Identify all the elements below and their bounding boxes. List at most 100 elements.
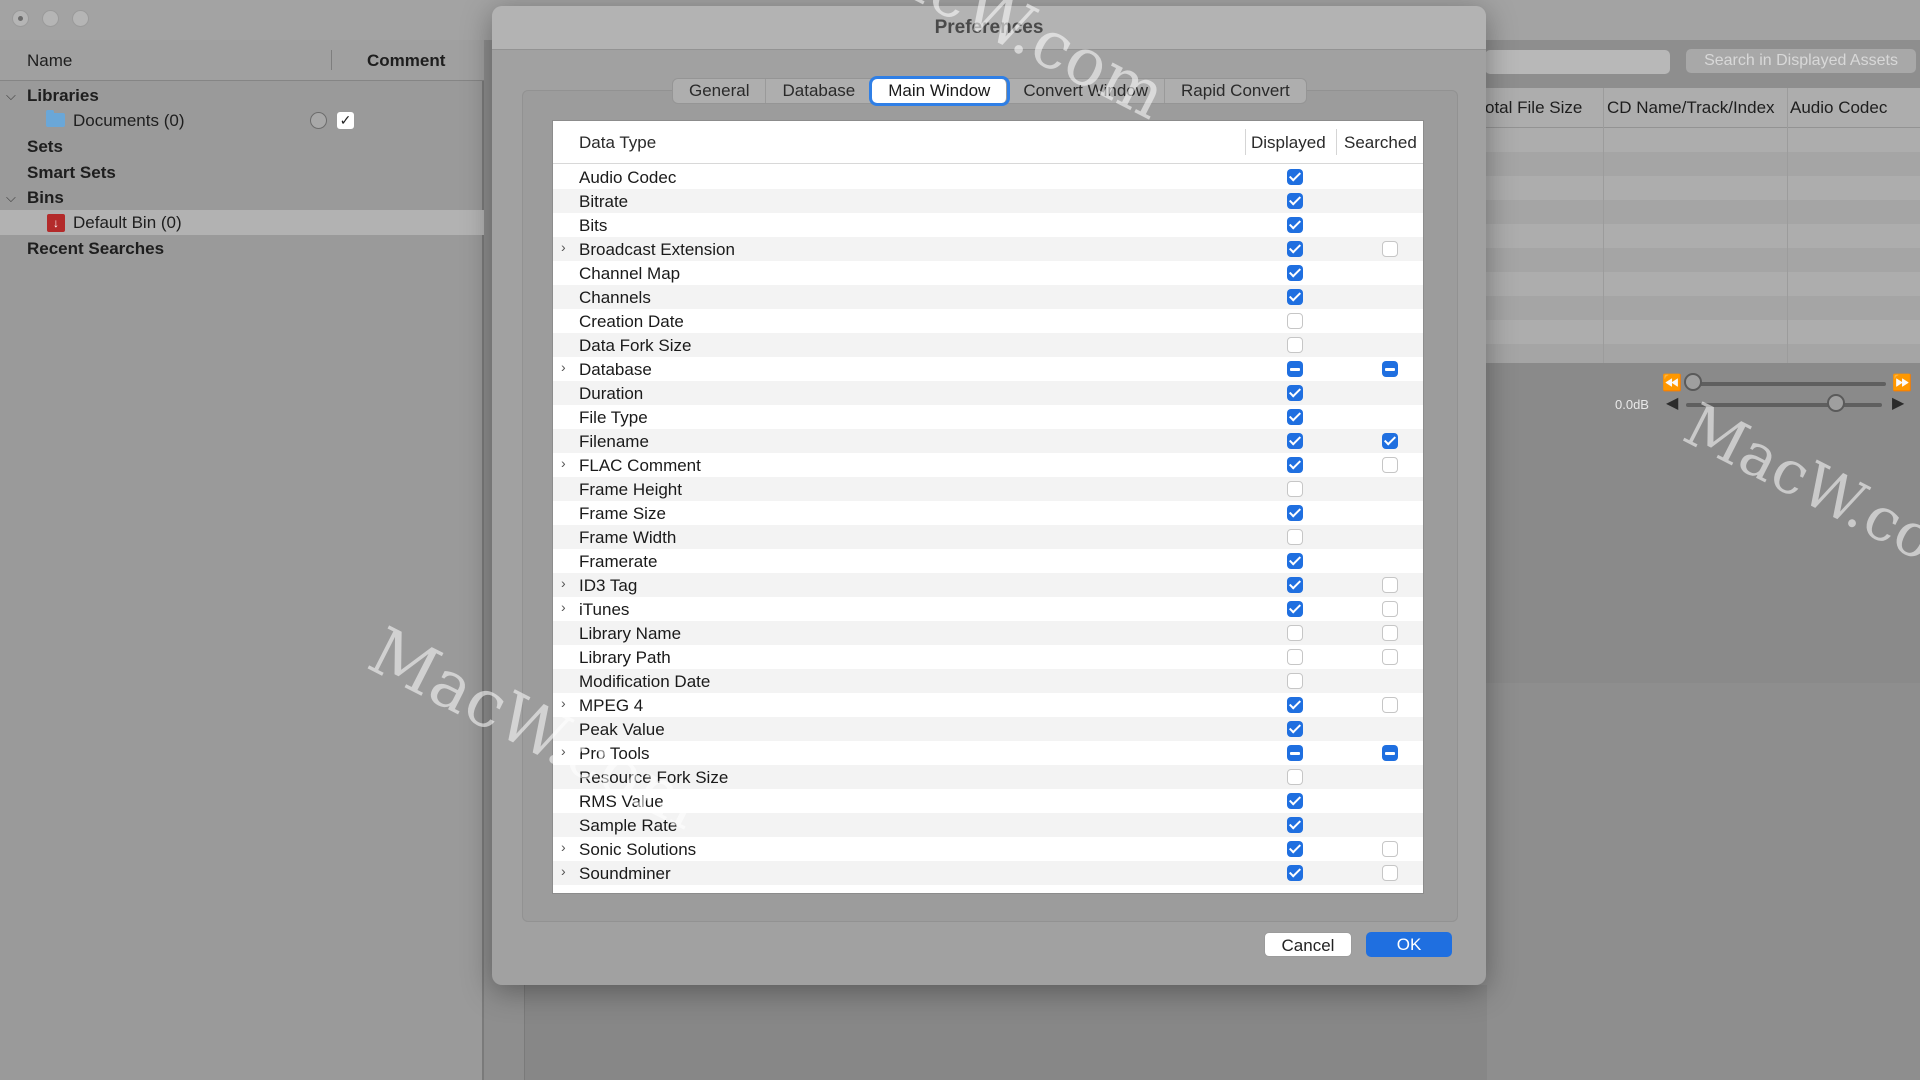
column-divider[interactable] [331,50,332,70]
sidebar-item-sets[interactable]: Sets [0,134,484,159]
list-item[interactable]: › Database [553,357,1423,381]
list-item[interactable]: Frame Width [553,525,1423,549]
list-item[interactable]: Sample Rate [553,813,1423,837]
list-item[interactable]: Bits [553,213,1423,237]
rewind-icon[interactable]: ⏪ [1662,373,1682,393]
list-item[interactable]: › Soundminer [553,861,1423,885]
chevron-right-icon[interactable]: › [561,239,566,255]
searched-checkbox[interactable] [1382,433,1398,449]
displayed-checkbox[interactable] [1287,745,1303,761]
sidebar-col-comment[interactable]: Comment [367,51,445,71]
displayed-checkbox[interactable] [1287,193,1303,209]
list-item[interactable]: Data Fork Size [553,333,1423,357]
searched-checkbox[interactable] [1382,649,1398,665]
searched-checkbox[interactable] [1382,361,1398,377]
list-item[interactable]: RMS Value [553,789,1423,813]
table-row[interactable] [1485,248,1920,272]
displayed-checkbox[interactable] [1287,721,1303,737]
list-item[interactable]: Peak Value [553,717,1423,741]
col-audio-codec[interactable]: Audio Codec [1790,98,1887,118]
list-item[interactable]: Channels [553,285,1423,309]
list-item[interactable]: › Pro Tools [553,741,1423,765]
list-item[interactable]: › ID3 Tag [553,573,1423,597]
list-item[interactable]: › Broadcast Extension [553,237,1423,261]
searched-checkbox[interactable] [1382,241,1398,257]
list-item[interactable]: Resource Fork Size [553,765,1423,789]
tab-general[interactable]: General [673,79,767,103]
chevron-right-icon[interactable]: › [561,455,566,471]
position-slider[interactable] [1690,382,1886,386]
displayed-checkbox[interactable] [1287,553,1303,569]
col-total-file-size[interactable]: otal File Size [1485,98,1582,118]
displayed-checkbox[interactable] [1287,505,1303,521]
displayed-checkbox[interactable] [1287,169,1303,185]
displayed-checkbox[interactable] [1287,673,1303,689]
list-item[interactable]: › iTunes [553,597,1423,621]
zoom-window-icon[interactable] [72,10,89,27]
list-item[interactable]: Channel Map [553,261,1423,285]
chevron-right-icon[interactable]: › [561,743,566,759]
library-checkbox[interactable]: ✓ [337,112,354,129]
list-item[interactable]: Audio Codec [553,165,1423,189]
list-item[interactable]: Frame Size [553,501,1423,525]
list-item[interactable]: Frame Height [553,477,1423,501]
gain-slider-knob[interactable] [1827,394,1845,412]
sidebar-item-bins[interactable]: ⌵ Bins [0,185,484,210]
sync-icon[interactable] [310,112,327,129]
searched-checkbox[interactable] [1382,697,1398,713]
tab-rapid-convert[interactable]: Rapid Convert [1165,79,1306,103]
gain-slider[interactable] [1686,403,1882,407]
sidebar-item-recent-searches[interactable]: Recent Searches [0,236,484,261]
displayed-checkbox[interactable] [1287,793,1303,809]
chevron-right-icon[interactable]: › [561,359,566,375]
list-item[interactable]: Library Name [553,621,1423,645]
position-slider-knob[interactable] [1684,373,1702,391]
list-item[interactable]: Framerate [553,549,1423,573]
table-row[interactable] [1485,152,1920,176]
fast-forward-icon[interactable]: ⏩ [1892,373,1912,393]
displayed-checkbox[interactable] [1287,529,1303,545]
displayed-checkbox[interactable] [1287,841,1303,857]
search-displayed-assets-input[interactable]: Search in Displayed Assets [1686,49,1916,73]
sidebar-item-default-bin[interactable]: ↓ Default Bin (0) [0,210,484,235]
list-item[interactable]: Library Path [553,645,1423,669]
displayed-checkbox[interactable] [1287,217,1303,233]
cancel-button[interactable]: Cancel [1264,932,1352,957]
searched-checkbox[interactable] [1382,841,1398,857]
sidebar-item-smart-sets[interactable]: Smart Sets [0,160,484,185]
table-row[interactable] [1485,344,1920,363]
tab-convert-window[interactable]: Convert Window [1007,79,1166,103]
list-item[interactable]: Duration [553,381,1423,405]
displayed-checkbox[interactable] [1287,481,1303,497]
chevron-down-icon[interactable]: ⌵ [6,83,20,108]
displayed-checkbox[interactable] [1287,289,1303,305]
searched-checkbox[interactable] [1382,745,1398,761]
displayed-checkbox[interactable] [1287,625,1303,641]
displayed-checkbox[interactable] [1287,649,1303,665]
searched-checkbox[interactable] [1382,457,1398,473]
col-displayed[interactable]: Displayed [1251,133,1326,153]
list-item[interactable]: › Sonic Solutions [553,837,1423,861]
displayed-checkbox[interactable] [1287,337,1303,353]
list-item[interactable]: Creation Date [553,309,1423,333]
sidebar-item-libraries[interactable]: ⌵ Libraries [0,83,484,108]
close-window-icon[interactable] [12,10,29,27]
col-cd-name-track-index[interactable]: CD Name/Track/Index [1607,98,1775,118]
chevron-right-icon[interactable]: › [561,863,566,879]
chevron-right-icon[interactable]: › [561,695,566,711]
displayed-checkbox[interactable] [1287,697,1303,713]
displayed-checkbox[interactable] [1287,601,1303,617]
displayed-checkbox[interactable] [1287,385,1303,401]
chevron-right-icon[interactable]: › [561,839,566,855]
col-data-type[interactable]: Data Type [579,133,656,153]
displayed-checkbox[interactable] [1287,769,1303,785]
displayed-checkbox[interactable] [1287,457,1303,473]
list-item[interactable]: File Type [553,405,1423,429]
table-row[interactable] [1485,296,1920,320]
chevron-right-icon[interactable]: › [561,575,566,591]
displayed-checkbox[interactable] [1287,313,1303,329]
list-item[interactable]: › MPEG 4 [553,693,1423,717]
list-item[interactable]: › FLAC Comment [553,453,1423,477]
displayed-checkbox[interactable] [1287,361,1303,377]
sidebar-item-documents[interactable]: Documents (0) ✓ [0,108,484,133]
